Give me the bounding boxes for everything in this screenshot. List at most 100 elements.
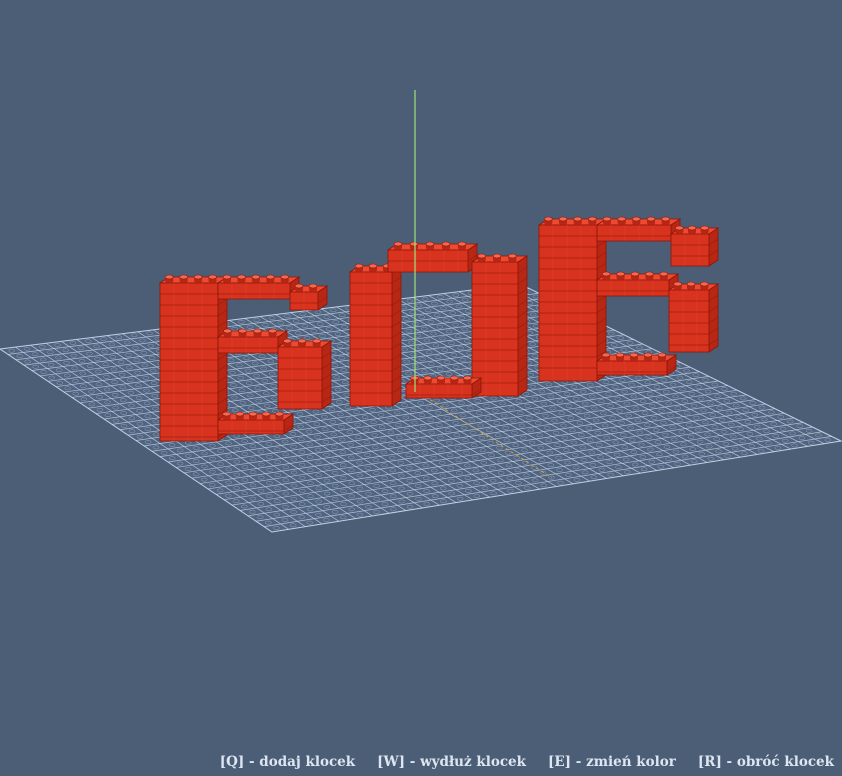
- stud-base: [458, 246, 466, 250]
- stud-top: [283, 338, 292, 344]
- stud-top: [463, 375, 472, 381]
- brick-side-face: [708, 227, 719, 267]
- stud-base: [630, 357, 638, 361]
- brick-front-face: [670, 233, 710, 267]
- stud-top: [222, 411, 231, 417]
- stud-base: [223, 279, 231, 283]
- stud-base: [253, 333, 262, 337]
- stud-base: [179, 279, 188, 283]
- brick-front-face: [277, 346, 323, 410]
- brick-front-face: [349, 271, 393, 407]
- stud-top: [266, 274, 275, 280]
- stud-base: [295, 288, 303, 292]
- stud-base: [616, 276, 625, 280]
- stud-base: [658, 357, 666, 361]
- stud-base: [659, 276, 668, 280]
- stud-top: [193, 274, 203, 280]
- stud-top: [544, 216, 553, 222]
- stud-top: [687, 225, 697, 231]
- stud-top: [308, 283, 318, 289]
- stud-top: [238, 328, 247, 334]
- stud-base: [309, 288, 317, 292]
- stud-base: [463, 380, 472, 384]
- stud-top: [441, 241, 451, 247]
- brick-front-face: [217, 336, 279, 354]
- stud-base: [661, 221, 670, 225]
- stud-base: [644, 357, 652, 361]
- brick-front-face: [668, 289, 710, 353]
- stud-base: [235, 416, 244, 420]
- stud-top: [508, 253, 517, 259]
- stud-top: [294, 283, 304, 289]
- brick-front-face: [217, 282, 291, 300]
- stud-base: [602, 276, 611, 280]
- letter-b-right[interactable]: [537, 216, 720, 382]
- stud-top: [629, 352, 639, 358]
- stud-top: [659, 271, 669, 277]
- stud-top: [457, 241, 467, 247]
- stud-top: [601, 352, 611, 358]
- stud-base: [266, 279, 275, 283]
- stud-top: [492, 253, 502, 259]
- stud-base: [283, 343, 292, 347]
- stud-base: [442, 246, 450, 250]
- stud-top: [423, 375, 433, 381]
- stud-base: [165, 279, 174, 283]
- stud-top: [275, 411, 284, 417]
- stud-top: [179, 274, 188, 280]
- 3d-scene[interactable]: [0, 0, 842, 776]
- stud-base: [700, 286, 709, 290]
- stud-base: [588, 221, 597, 225]
- stud-top: [673, 281, 682, 287]
- hint-rotate-brick: [R] - obróć klocek: [697, 754, 834, 770]
- lego-builder-viewport[interactable]: [Q] - dodaj klocek [W] - wydłuż klocek […: [0, 0, 842, 776]
- stud-base: [222, 416, 231, 420]
- stud-base: [268, 333, 277, 337]
- stud-top: [630, 271, 640, 277]
- brick[interactable]: [348, 265, 403, 407]
- stud-base: [410, 246, 418, 250]
- brick-front-face: [538, 224, 598, 382]
- stud-base: [544, 221, 553, 225]
- brick[interactable]: [276, 340, 333, 410]
- stud-base: [645, 276, 654, 280]
- stud-top: [368, 263, 378, 269]
- brick[interactable]: [667, 283, 720, 353]
- stud-top: [354, 263, 364, 269]
- stud-top: [632, 216, 641, 222]
- stud-base: [238, 333, 247, 337]
- stud-base: [394, 246, 402, 250]
- stud-top: [425, 241, 435, 247]
- stud-base: [700, 230, 709, 234]
- stud-top: [602, 216, 612, 222]
- stud-base: [559, 221, 567, 225]
- brick[interactable]: [470, 255, 529, 397]
- stud-base: [223, 333, 232, 337]
- stud-top: [393, 241, 403, 247]
- stud-top: [297, 338, 307, 344]
- stud-top: [237, 274, 246, 280]
- brick[interactable]: [158, 276, 229, 442]
- hint-change-color: [E] - zmień kolor: [548, 754, 676, 770]
- stud-base: [602, 357, 610, 361]
- stud-base: [631, 276, 639, 280]
- stud-top: [235, 411, 245, 417]
- stud-top: [409, 241, 419, 247]
- stud-top: [248, 411, 258, 417]
- stud-top: [645, 271, 654, 277]
- hint-extend-brick: [W] - wydłuż klocek: [377, 754, 526, 770]
- stud-base: [251, 279, 260, 283]
- stud-top: [261, 411, 271, 417]
- stud-base: [355, 268, 363, 272]
- stud-top: [646, 216, 656, 222]
- stud-base: [194, 279, 203, 283]
- keyboard-hints-bar: [Q] - dodaj klocek [W] - wydłuż klocek […: [0, 754, 834, 770]
- stud-top: [280, 274, 290, 280]
- hint-add-brick: [Q] - dodaj klocek: [219, 754, 356, 770]
- stud-top: [222, 274, 232, 280]
- brick-front-face: [596, 224, 672, 242]
- stud-top: [616, 271, 625, 277]
- brick-side-face: [391, 265, 402, 407]
- brick[interactable]: [537, 218, 608, 382]
- stud-top: [477, 253, 486, 259]
